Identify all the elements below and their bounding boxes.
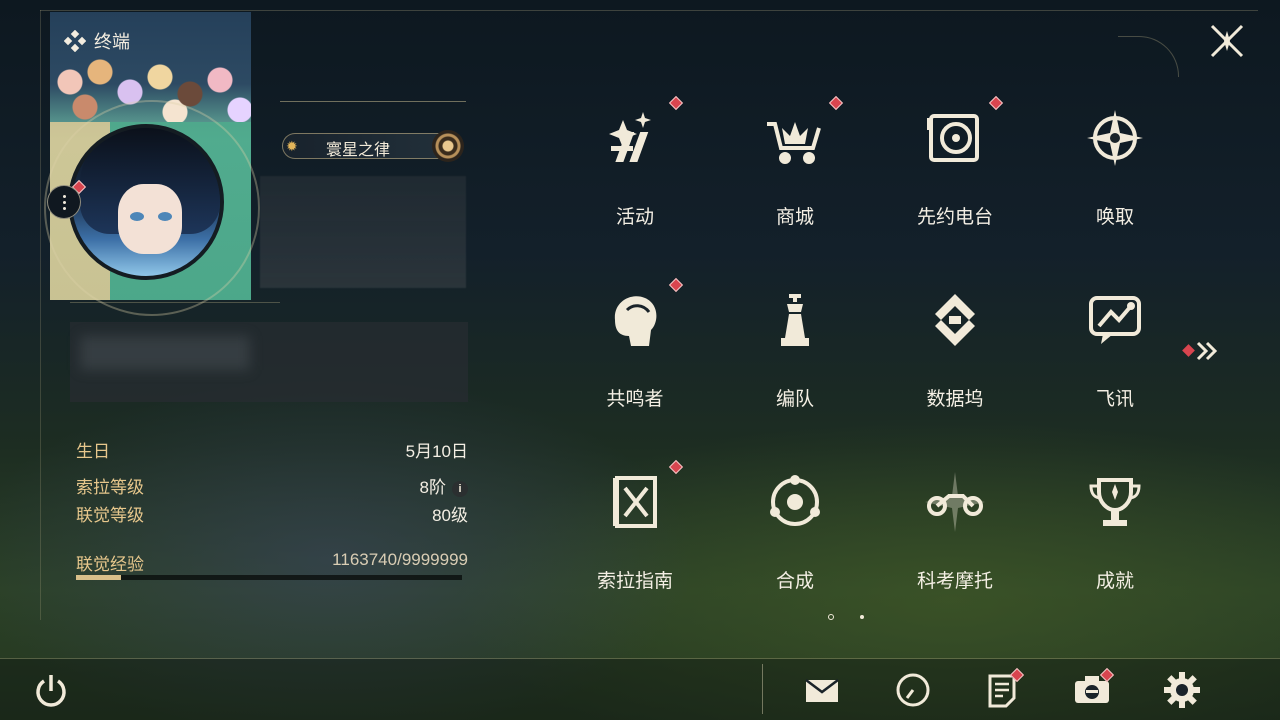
medal-icon: [432, 130, 464, 162]
stat-union-exp: 联觉经验 1163740/9999999: [76, 550, 468, 574]
page-dot[interactable]: [860, 615, 864, 619]
bottom-divider: [762, 664, 763, 714]
data-dock-icon: [935, 294, 975, 346]
frame-top-line: [40, 10, 1258, 11]
settings-gear-icon: [1164, 672, 1200, 708]
profile-title-badge[interactable]: ✹ 寰星之律: [282, 130, 466, 162]
star-icon: ✹: [286, 138, 298, 154]
mail-button[interactable]: [802, 670, 842, 710]
title-badge-label: 寰星之律: [326, 142, 391, 159]
notification-badge: [668, 459, 684, 475]
menu-item-data-dock[interactable]: 数据坞: [875, 274, 1035, 424]
page-header: 终端: [64, 28, 130, 54]
trophy-icon: [1089, 478, 1141, 526]
notice-button[interactable]: [982, 667, 1025, 710]
settings-button[interactable]: [1162, 670, 1202, 710]
menu-item-label: 唤取: [1095, 207, 1134, 228]
frame-corner-arc: [1118, 36, 1179, 77]
feature-grid: 活动 商城 先约电台 唤取 共鸣者 编队 数据坞 飞讯 索拉指南 合成 科考摩托…: [555, 92, 1195, 632]
divider: [280, 101, 466, 102]
menu-item-motorbike[interactable]: 科考摩托: [875, 456, 1035, 606]
notification-badge: [828, 95, 844, 111]
info-icon[interactable]: i: [452, 481, 468, 497]
menu-item-synthesis[interactable]: 合成: [715, 456, 875, 606]
page-title: 终端: [94, 32, 130, 52]
menu-item-label: 合成: [775, 571, 814, 592]
menu-item-label: 先约电台: [916, 207, 993, 228]
stat-value: 5月10日: [405, 442, 468, 461]
avatar-eye: [158, 212, 172, 221]
avatar-face: [118, 184, 182, 254]
avatar-options-button[interactable]: [47, 185, 81, 219]
menu-item-radio[interactable]: 先约电台: [875, 92, 1035, 242]
menu-item-activity[interactable]: 活动: [555, 92, 715, 242]
notification-badge: [668, 277, 684, 293]
close-icon[interactable]: [1208, 22, 1246, 60]
menu-item-shop[interactable]: 商城: [715, 92, 875, 242]
synthesis-icon: [770, 475, 820, 526]
compass-star-icon: [1087, 110, 1143, 166]
menu-item-label: 索拉指南: [596, 571, 673, 592]
time-button[interactable]: [893, 670, 933, 710]
menu-item-convene[interactable]: 唤取: [1035, 92, 1195, 242]
stat-value-wrap: 8阶 i: [420, 473, 468, 498]
stat-birthday: 生日 5月10日: [76, 437, 468, 461]
stat-label: 联觉等级: [76, 506, 144, 525]
stat-label: 联觉经验: [76, 555, 144, 574]
exp-progress-bar: [76, 575, 462, 580]
page-dot-active[interactable]: [828, 614, 834, 620]
stat-label: 索拉等级: [76, 478, 144, 497]
avatar[interactable]: [68, 124, 224, 280]
sparkle-icon: [609, 112, 651, 162]
power-icon[interactable]: [32, 672, 70, 710]
menu-item-label: 编队: [775, 389, 814, 410]
menu-item-team[interactable]: 编队: [715, 274, 875, 424]
avatar-eye: [130, 212, 144, 221]
message-bubble-icon: [1089, 296, 1141, 344]
shopping-cart-icon: [767, 122, 821, 164]
menu-item-achievements[interactable]: 成就: [1035, 456, 1195, 606]
stat-union-level: 联觉等级 80级: [76, 501, 468, 525]
menu-item-label: 共鸣者: [606, 389, 664, 410]
menu-item-label: 飞讯: [1095, 389, 1134, 410]
exp-progress-fill: [76, 575, 121, 580]
menu-item-label: 数据坞: [926, 389, 984, 410]
menu-item-label: 商城: [775, 207, 814, 228]
page-indicator: [828, 612, 868, 622]
menu-item-resonators[interactable]: 共鸣者: [555, 274, 715, 424]
stat-label: 生日: [76, 442, 110, 461]
notification-badge: [988, 95, 1004, 111]
stat-value: 8阶: [419, 478, 446, 497]
motorbike-icon: [925, 472, 985, 532]
terminal-diamond-icon: [64, 30, 86, 52]
mail-icon: [805, 679, 839, 702]
menu-item-label: 成就: [1095, 571, 1134, 592]
chess-piece-icon: [781, 294, 809, 346]
divider: [70, 302, 280, 303]
stat-value: 1163740/9999999: [332, 550, 468, 569]
menu-item-messages[interactable]: 飞讯: [1035, 274, 1195, 424]
menu-item-label: 活动: [615, 207, 654, 228]
guide-book-icon: [613, 476, 657, 528]
character-profile-icon: [614, 296, 657, 346]
notification-badge: [668, 95, 684, 111]
frame-left-line: [40, 10, 41, 620]
next-page-arrow-icon[interactable]: [1182, 340, 1222, 362]
menu-item-sola-guide[interactable]: 索拉指南: [555, 456, 715, 606]
player-name-blurred: [260, 176, 466, 288]
radio-icon: [927, 114, 979, 162]
stat-value: 80级: [432, 506, 468, 525]
menu-item-label: 科考摩托: [916, 571, 993, 592]
clock-icon: [896, 673, 930, 707]
player-signature-blurred[interactable]: [70, 322, 468, 402]
photo-button[interactable]: [1072, 667, 1115, 710]
stat-sola-level: 索拉等级 8阶 i: [76, 473, 468, 497]
